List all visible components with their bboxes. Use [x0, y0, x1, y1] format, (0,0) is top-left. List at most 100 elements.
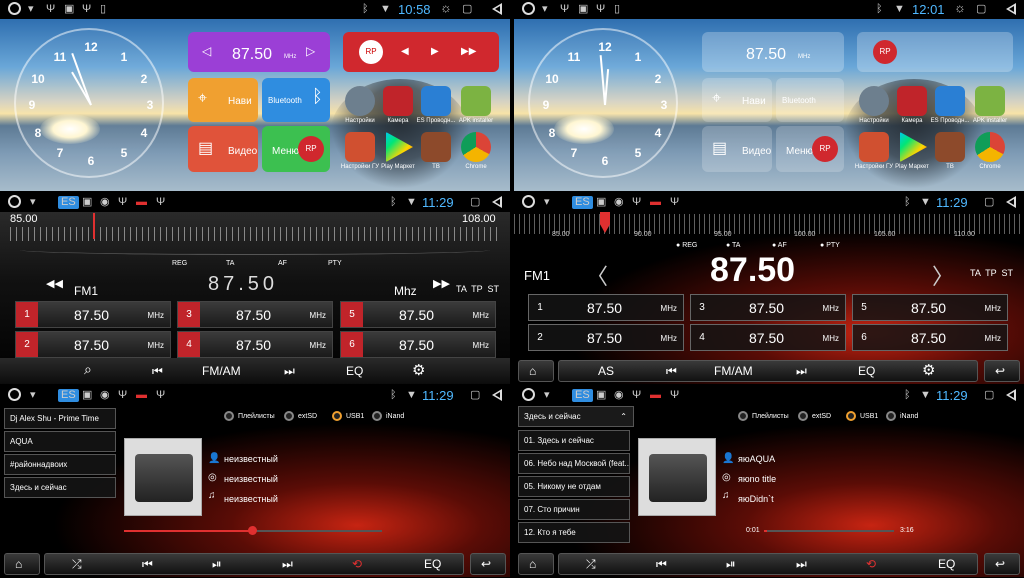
band-label[interactable]: FM1: [524, 268, 550, 283]
back-button[interactable]: ↩: [984, 553, 1020, 575]
settings-gear-icon[interactable]: ⚙: [412, 361, 425, 379]
preset-1[interactable]: 1 87.50 MHz: [15, 301, 171, 328]
playlist-header[interactable]: Здесь и сейчас ⌃: [518, 406, 634, 427]
eq-button[interactable]: EQ: [424, 557, 441, 571]
play-icon[interactable]: ▶: [431, 46, 439, 57]
music-widget[interactable]: RP ◀ ▶ ▶▶: [343, 32, 499, 72]
search-icon[interactable]: ⌕: [84, 361, 92, 378]
source-extsd[interactable]: extSD: [298, 413, 317, 420]
brightness-icon[interactable]: ☼: [954, 1, 966, 14]
next-icon[interactable]: ⏭: [796, 364, 807, 379]
app-settings-gu[interactable]: Настройки ГУ: [854, 132, 894, 170]
home-circle-icon[interactable]: [8, 388, 21, 401]
menu-tile[interactable]: Меню RP: [262, 126, 330, 172]
radio-widget[interactable]: 87.50 MHz: [702, 32, 844, 72]
settings-gear-icon[interactable]: ⚙: [922, 361, 935, 379]
progress-bar[interactable]: [764, 530, 894, 532]
back-icon[interactable]: [1006, 3, 1016, 15]
prev-icon[interactable]: ◀: [401, 46, 409, 57]
navi-tile[interactable]: ⌖ Нави: [188, 78, 258, 122]
list-item[interactable]: #районнадвоих: [4, 454, 116, 475]
app-apk-installer[interactable]: APK installer: [456, 86, 496, 124]
recents-icon[interactable]: ▢: [984, 389, 994, 402]
seek-back-icon[interactable]: 〈: [586, 259, 608, 291]
source-usb1[interactable]: USB1: [860, 413, 878, 420]
source-radio-icon[interactable]: [372, 411, 382, 421]
as-button[interactable]: AS: [598, 364, 614, 378]
eq-button[interactable]: EQ: [858, 364, 875, 378]
flag-pty[interactable]: ● PTY: [820, 242, 840, 249]
app-settings[interactable]: Настройки: [340, 86, 380, 124]
flag-af[interactable]: AF: [278, 260, 287, 267]
tuning-scale[interactable]: [10, 227, 500, 241]
source-playlists[interactable]: Плейлисты: [752, 413, 789, 420]
preset-6[interactable]: 6 87.50 MHz: [852, 324, 1008, 351]
recents-icon[interactable]: ▢: [976, 3, 986, 16]
back-button[interactable]: ↩: [984, 360, 1020, 382]
home-button[interactable]: ⌂: [518, 360, 554, 382]
app-tv[interactable]: TB: [416, 132, 456, 170]
next-icon[interactable]: ⏭: [284, 364, 295, 379]
prev-track-icon[interactable]: ⏮: [142, 557, 153, 572]
app-settings-gu[interactable]: Настройки ГУ: [340, 132, 380, 170]
menu-tile[interactable]: Меню RP: [776, 126, 844, 172]
radio-widget[interactable]: ◁ 87.50 MHz ▷: [188, 32, 330, 72]
fmam-button[interactable]: FM/AM: [714, 364, 753, 378]
flag-pty[interactable]: PTY: [328, 260, 342, 267]
source-radio-icon-active[interactable]: [332, 411, 342, 421]
home-circle-icon[interactable]: [522, 2, 535, 15]
source-radio-icon[interactable]: [738, 411, 748, 421]
back-icon[interactable]: [492, 389, 502, 401]
list-item[interactable]: 12. Кто я тебе: [518, 522, 630, 543]
seek-forward-icon[interactable]: 〉: [932, 259, 954, 291]
source-radio-icon-active[interactable]: [846, 411, 856, 421]
preset-4[interactable]: 4 87.50 MHz: [177, 331, 333, 358]
back-icon[interactable]: [1006, 389, 1016, 401]
recents-icon[interactable]: ▢: [984, 196, 994, 209]
back-icon[interactable]: [492, 3, 502, 15]
source-radio-icon[interactable]: [886, 411, 896, 421]
recents-icon[interactable]: ▢: [470, 196, 480, 209]
source-inand[interactable]: iNand: [900, 413, 918, 420]
band-label[interactable]: FM1: [74, 284, 98, 298]
brightness-icon[interactable]: ☼: [440, 1, 452, 14]
home-button[interactable]: ⌂: [4, 553, 40, 575]
next-track-icon[interactable]: ⏭: [796, 557, 807, 572]
home-circle-icon[interactable]: [522, 388, 535, 401]
bluetooth-tile[interactable]: Bluetooth ᛒ: [262, 78, 330, 122]
prev-icon[interactable]: ⏮: [666, 364, 677, 379]
preset-5[interactable]: 5 87.50 MHz: [852, 294, 1008, 321]
preset-5[interactable]: 5 87.50 MHz: [340, 301, 496, 328]
app-chrome[interactable]: Chrome: [970, 132, 1010, 170]
flag-ta[interactable]: ● TA: [726, 242, 740, 249]
shuffle-icon[interactable]: ⤮: [72, 557, 82, 572]
recents-icon[interactable]: ▢: [462, 3, 472, 16]
flag-reg[interactable]: REG: [172, 260, 187, 267]
flag-reg[interactable]: ● REG: [676, 242, 697, 249]
eq-button[interactable]: EQ: [346, 364, 363, 378]
app-camera[interactable]: Камера: [892, 86, 932, 124]
list-item[interactable]: 07. Сто причин: [518, 499, 630, 520]
list-item[interactable]: Здесь и сейчас: [4, 477, 116, 498]
video-tile[interactable]: ▤ Видео: [702, 126, 772, 172]
play-pause-icon[interactable]: ⏯: [212, 557, 222, 572]
source-radio-icon[interactable]: [284, 411, 294, 421]
preset-2[interactable]: 2 87.50 MHz: [528, 324, 684, 351]
app-settings[interactable]: Настройки: [854, 86, 894, 124]
flag-ta[interactable]: TA: [226, 260, 234, 267]
preset-3[interactable]: 3 87.50 MHz: [690, 294, 846, 321]
list-item[interactable]: 06. Небо над Москвой (feat...: [518, 453, 630, 474]
preset-6[interactable]: 6 87.50 MHz: [340, 331, 496, 358]
source-playlists[interactable]: Плейлисты: [238, 413, 275, 420]
tuning-needle[interactable]: [93, 213, 95, 239]
list-item[interactable]: 05. Никому не отдам: [518, 476, 630, 497]
source-usb1[interactable]: USB1: [346, 413, 364, 420]
seek-back-icon[interactable]: ◀◀: [46, 277, 63, 290]
list-item[interactable]: Dj Alex Shu - Prime Time: [4, 408, 116, 429]
prev-icon[interactable]: ⏮: [152, 364, 163, 379]
recents-icon[interactable]: ▢: [470, 389, 480, 402]
next-icon[interactable]: ▷: [306, 44, 315, 58]
home-circle-icon[interactable]: [8, 2, 21, 15]
source-extsd[interactable]: extSD: [812, 413, 831, 420]
app-play-market[interactable]: Play Маркет: [378, 132, 418, 170]
